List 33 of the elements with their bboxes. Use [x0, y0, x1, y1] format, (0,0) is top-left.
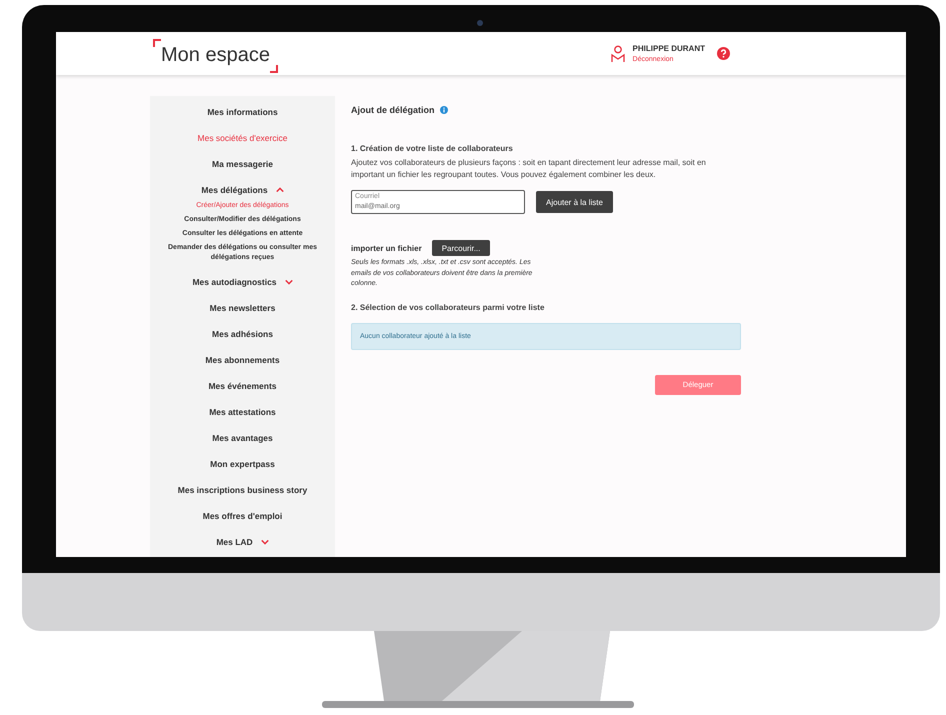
corner-bracket-icon: [270, 64, 278, 72]
import-label: importer un fichier: [351, 244, 422, 252]
browse-button[interactable]: Parcourir...: [432, 240, 490, 256]
user-name: PHILIPPE DURANT: [632, 44, 705, 53]
sidebar-item[interactable]: Mes attestations: [150, 399, 335, 425]
sidebar-item[interactable]: Mes sociétés d'exercice: [150, 125, 335, 151]
section-heading: 2. Sélection de vos collaborateurs parmi votre liste: [351, 302, 546, 312]
chevron-up-icon: [276, 187, 284, 193]
help-icon[interactable]: [717, 47, 730, 60]
sidebar-item[interactable]: Mes offres d'emploi: [150, 503, 335, 529]
camera-icon: [477, 20, 483, 26]
chevron-down-icon: [260, 539, 269, 545]
sidebar-item[interactable]: Mes informations: [150, 99, 335, 125]
info-icon[interactable]: [440, 106, 448, 114]
logo-text: Mon espace: [161, 44, 270, 64]
page-title: Ajout de délégation: [351, 105, 435, 115]
user-icon: [610, 44, 625, 62]
sidebar-item[interactable]: Mes autodiagnostics: [150, 269, 335, 295]
section-heading: 1. Création de votre liste de collaborateurs: [351, 144, 514, 153]
sidebar-item[interactable]: Mes abonnements: [150, 347, 335, 373]
sidebar-item[interactable]: Ma messagerie: [150, 151, 335, 177]
sidebar-item[interactable]: Mon expertpass: [150, 451, 335, 477]
sidebar-item[interactable]: Mes newsletters: [150, 295, 335, 321]
add-to-list-button[interactable]: Ajouter à la liste: [536, 191, 613, 213]
corner-bracket-icon: [153, 38, 161, 46]
section-description: Ajoutez vos collaborateurs de plusieurs façons : soit en tapant directement leur adresse mail, soit en important un fichier les regroupant toutes. Vous pouvez également combiner les deux.: [351, 157, 707, 181]
sidebar-item[interactable]: Mes inscriptions business story: [150, 477, 335, 503]
sidebar-item[interactable]: Mes événements: [150, 373, 335, 399]
sidebar-item[interactable]: Mes délégations: [150, 177, 335, 203]
chevron-down-icon: [284, 279, 293, 285]
sidebar-item[interactable]: Mes LAD: [150, 529, 335, 555]
sidebar-item[interactable]: Mes avantages: [150, 425, 335, 451]
sidebar-item[interactable]: Mes adhésions: [150, 321, 335, 347]
